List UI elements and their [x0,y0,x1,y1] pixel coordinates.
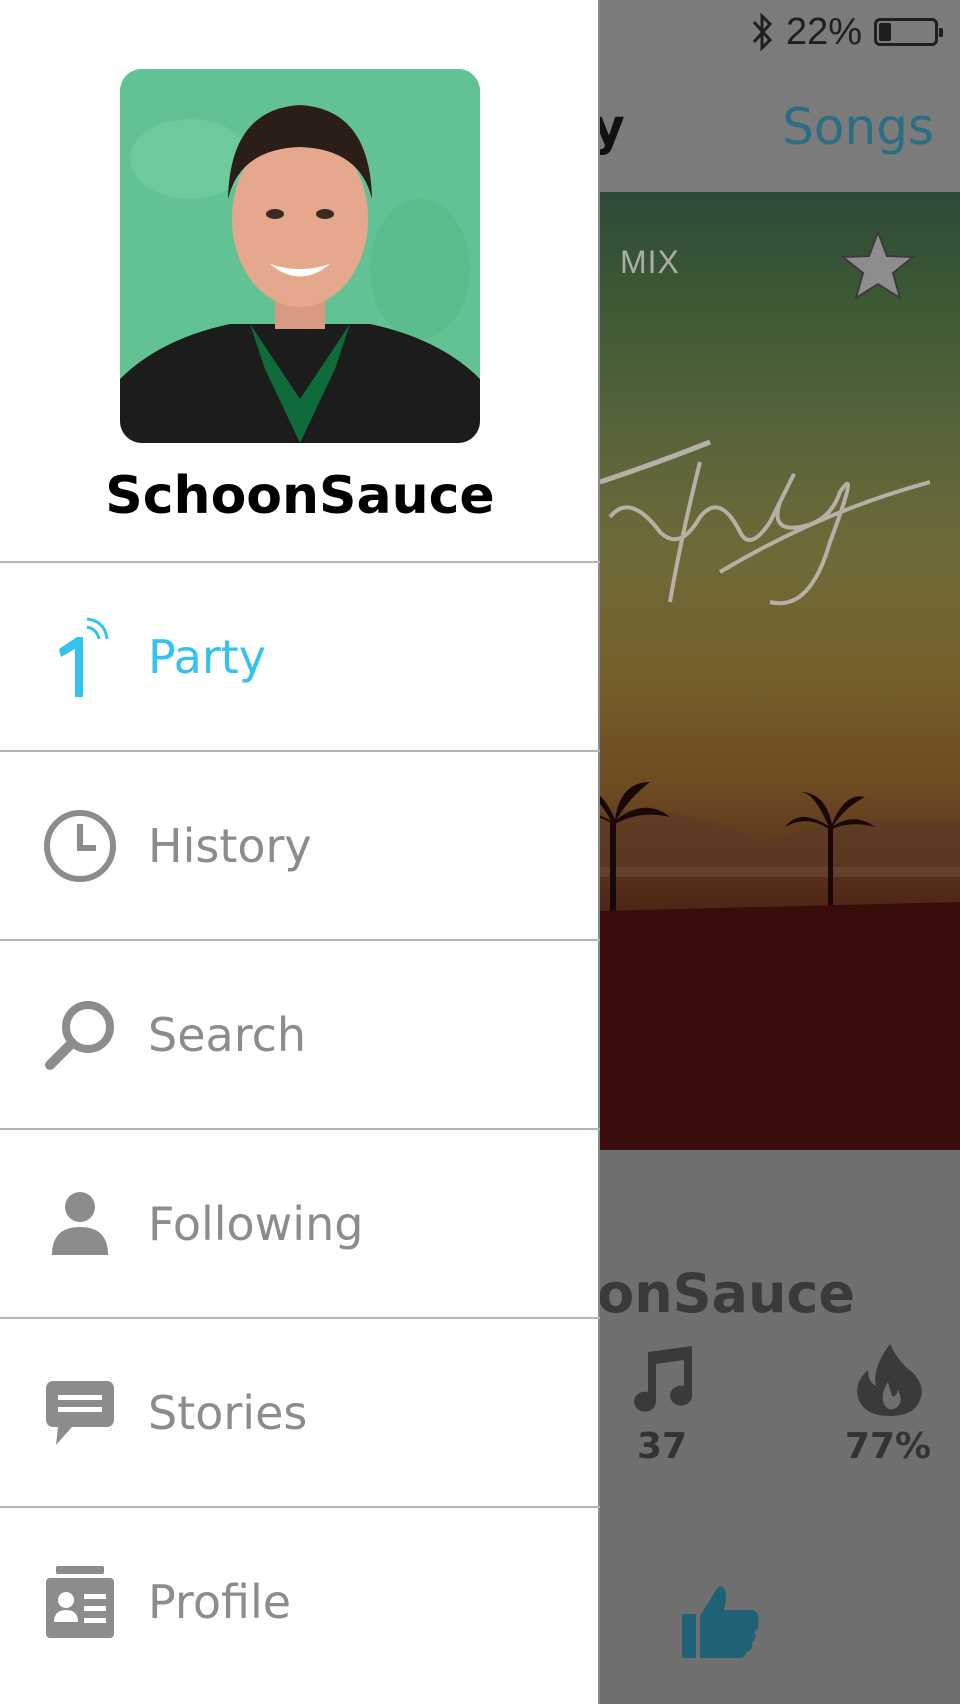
menu-label-party: Party [148,629,267,684]
avatar-portrait [120,69,480,443]
menu-item-history[interactable]: History [0,750,600,939]
party-icon [40,617,120,697]
songs-count: 37 [636,1426,688,1467]
menu-label-history: History [148,818,312,873]
drawer-menu: Party History Search Following Stories P… [0,561,600,1695]
thumbs-up-icon[interactable] [680,1584,760,1660]
background-username: oonSauce [560,1262,856,1325]
bluetooth-icon [752,12,772,52]
menu-label-stories: Stories [148,1385,308,1440]
album-palm-silhouette [560,782,960,1150]
album-script-art [600,439,930,606]
album-mix-text: MIX [620,244,680,280]
menu-item-search[interactable]: Search [0,939,600,1128]
clock-icon [40,806,120,886]
battery-icon [874,18,943,46]
songs-link[interactable]: Songs [782,98,934,156]
fire-stat: 77% [828,1342,948,1467]
menu-item-following[interactable]: Following [0,1128,600,1317]
menu-item-party[interactable]: Party [0,561,600,750]
menu-label-profile: Profile [148,1574,292,1629]
star-icon[interactable] [840,228,916,304]
menu-label-following: Following [148,1196,364,1251]
status-bar: 22% [750,10,943,53]
fire-percent: 77% [844,1426,932,1467]
side-drawer: SchoonSauce Party History Search Followi… [0,0,600,1704]
search-icon [40,995,120,1075]
flame-icon [857,1344,922,1416]
menu-item-profile[interactable]: Profile [0,1506,600,1695]
chat-bubble-icon [40,1373,120,1453]
menu-label-search: Search [148,1007,307,1062]
battery-percent: 22% [785,10,862,53]
music-note-icon [634,1346,692,1412]
drawer-username: SchoonSauce [105,466,495,526]
person-icon [40,1184,120,1264]
avatar[interactable] [120,69,480,443]
menu-item-stories[interactable]: Stories [0,1317,600,1506]
album-art: MIX [560,192,960,1150]
id-card-icon [40,1562,120,1642]
songs-stat: 37 [602,1342,722,1467]
